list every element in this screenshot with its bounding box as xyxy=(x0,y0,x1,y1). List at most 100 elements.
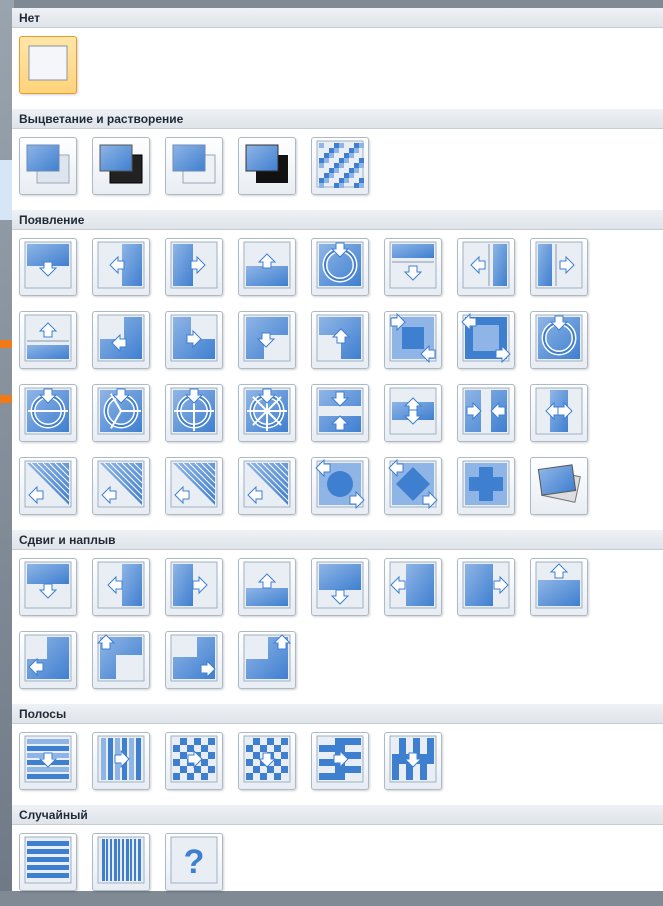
transition-option[interactable] xyxy=(165,137,223,195)
wipe-up-icon xyxy=(242,240,292,295)
transition-option[interactable] xyxy=(384,558,442,616)
blinds-horizontal-icon xyxy=(23,734,73,789)
section-grid xyxy=(12,550,663,704)
transition-option[interactable] xyxy=(19,558,77,616)
transition-option[interactable] xyxy=(384,311,442,369)
wheel-2-spokes-icon xyxy=(23,386,73,441)
transition-option[interactable] xyxy=(384,238,442,296)
transition-option[interactable] xyxy=(165,631,223,689)
transition-option[interactable] xyxy=(457,311,515,369)
wheel-4-spokes-icon xyxy=(169,386,219,441)
box-out-icon xyxy=(461,312,511,368)
section-1: Выцветание и растворение xyxy=(12,109,663,210)
section-0: Нет xyxy=(12,8,663,109)
push-right-icon xyxy=(534,240,584,295)
split-horizontal-in-icon xyxy=(315,386,365,441)
transition-option[interactable] xyxy=(92,558,150,616)
transition-option[interactable] xyxy=(92,137,150,195)
transition-option[interactable] xyxy=(19,238,77,296)
section-grid xyxy=(12,28,663,109)
transition-option[interactable] xyxy=(92,732,150,790)
transition-option[interactable] xyxy=(19,36,77,94)
random-bars-vertical-icon xyxy=(96,835,146,890)
strips-right-up-icon xyxy=(96,459,146,514)
transition-option[interactable] xyxy=(311,311,369,369)
uncover-up-icon xyxy=(534,560,584,615)
cover-right-down-icon xyxy=(242,633,292,688)
transition-option[interactable] xyxy=(530,384,588,442)
transition-option[interactable] xyxy=(165,311,223,369)
transition-option[interactable] xyxy=(238,558,296,616)
uncover-right-icon xyxy=(461,560,511,615)
transition-option[interactable] xyxy=(530,558,588,616)
transition-option[interactable] xyxy=(92,457,150,515)
transition-option[interactable] xyxy=(165,732,223,790)
section-header: Нет xyxy=(12,8,663,28)
transition-option[interactable] xyxy=(384,384,442,442)
transition-option[interactable] xyxy=(92,631,150,689)
blinds-vertical-icon xyxy=(96,734,146,789)
wipe-left-down-icon xyxy=(96,313,146,368)
transition-option[interactable] xyxy=(19,384,77,442)
split-vertical-in-icon xyxy=(461,386,511,441)
wipe-right-icon xyxy=(169,240,219,295)
circle-icon xyxy=(315,458,365,514)
transition-option[interactable] xyxy=(19,137,77,195)
transition-option[interactable] xyxy=(311,238,369,296)
uncover-down-icon xyxy=(315,560,365,615)
transition-option[interactable] xyxy=(457,238,515,296)
wheel-icon xyxy=(315,240,365,295)
transition-option[interactable] xyxy=(457,558,515,616)
strips-left-down-icon xyxy=(23,459,73,514)
transition-option[interactable] xyxy=(92,311,150,369)
transition-option[interactable] xyxy=(238,384,296,442)
transition-option[interactable] xyxy=(384,732,442,790)
section-3: Сдвиг и наплыв xyxy=(12,530,663,704)
transition-option[interactable] xyxy=(92,384,150,442)
transition-option[interactable] xyxy=(92,833,150,891)
wipe-down-right-icon xyxy=(242,313,292,368)
uncover-left-icon xyxy=(388,560,438,615)
transition-option[interactable] xyxy=(19,311,77,369)
transition-option[interactable] xyxy=(92,238,150,296)
section-4: Полосы xyxy=(12,704,663,805)
transition-option[interactable] xyxy=(238,457,296,515)
transition-option[interactable] xyxy=(311,384,369,442)
transition-option[interactable] xyxy=(19,732,77,790)
transition-option[interactable] xyxy=(19,631,77,689)
diamond-icon xyxy=(388,458,438,514)
cut-through-black-icon xyxy=(242,139,292,194)
transition-option[interactable]: ? xyxy=(165,833,223,891)
transition-option[interactable] xyxy=(311,457,369,515)
transition-option[interactable] xyxy=(165,384,223,442)
wipe-right-down-icon xyxy=(169,313,219,368)
fade-smooth-icon xyxy=(23,139,73,194)
transition-option[interactable] xyxy=(238,732,296,790)
transition-option[interactable] xyxy=(311,137,369,195)
transition-option[interactable] xyxy=(238,311,296,369)
transition-option[interactable] xyxy=(165,558,223,616)
transition-option[interactable] xyxy=(238,238,296,296)
transition-option[interactable] xyxy=(19,457,77,515)
cover-left-up-icon xyxy=(169,633,219,688)
wheel-clockwise-icon xyxy=(534,313,584,368)
transition-option[interactable] xyxy=(311,558,369,616)
transition-option[interactable] xyxy=(19,833,77,891)
transition-option[interactable] xyxy=(238,137,296,195)
transition-option[interactable] xyxy=(457,457,515,515)
wheel-8-spokes-icon xyxy=(242,386,292,441)
transition-option[interactable] xyxy=(457,384,515,442)
newsflash-icon xyxy=(534,459,584,514)
transition-option[interactable] xyxy=(384,457,442,515)
transition-option[interactable] xyxy=(165,457,223,515)
transition-option[interactable] xyxy=(530,457,588,515)
section-header: Полосы xyxy=(12,704,663,724)
transition-option[interactable] xyxy=(238,631,296,689)
transition-option[interactable] xyxy=(530,311,588,369)
split-horizontal-out-icon xyxy=(388,386,438,441)
cover-right-up-icon xyxy=(96,633,146,688)
transition-option[interactable] xyxy=(311,732,369,790)
transition-option[interactable] xyxy=(530,238,588,296)
transition-option[interactable] xyxy=(165,238,223,296)
strips-right-down-icon xyxy=(242,459,292,514)
